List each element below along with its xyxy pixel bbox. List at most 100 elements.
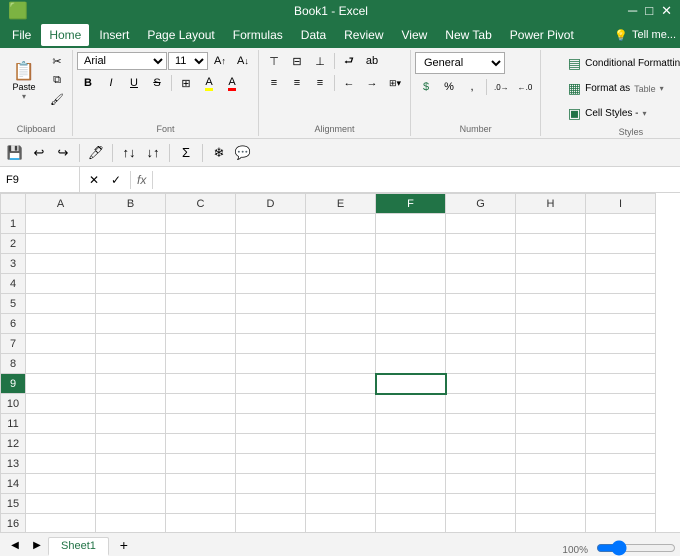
cell-a14[interactable] [26, 474, 96, 494]
row-header-12[interactable]: 12 [1, 434, 26, 454]
format-painter-button[interactable]: 🖌 [46, 90, 68, 108]
cell-g6[interactable] [446, 314, 516, 334]
row-header-2[interactable]: 2 [1, 234, 26, 254]
cell-h9[interactable] [516, 374, 586, 394]
cell-e10[interactable] [306, 394, 376, 414]
row-header-4[interactable]: 4 [1, 274, 26, 294]
cell-b14[interactable] [96, 474, 166, 494]
increase-font-button[interactable]: A↑ [209, 52, 231, 70]
cell-g1[interactable] [446, 214, 516, 234]
row-header-11[interactable]: 11 [1, 414, 26, 434]
cell-g10[interactable] [446, 394, 516, 414]
cell-a4[interactable] [26, 274, 96, 294]
cell-h1[interactable] [516, 214, 586, 234]
cell-h16[interactable] [516, 514, 586, 533]
cell-i6[interactable] [586, 314, 656, 334]
cell-b1[interactable] [96, 214, 166, 234]
number-format-select[interactable]: General [415, 52, 505, 74]
currency-button[interactable]: $ [415, 78, 437, 96]
menu-powerpivot[interactable]: Power Pivot [502, 24, 582, 46]
cell-f4[interactable] [376, 274, 446, 294]
row-header-16[interactable]: 16 [1, 514, 26, 533]
sort-asc-button[interactable]: ↑↓ [118, 142, 140, 164]
align-center-button[interactable]: ≡ [286, 74, 308, 92]
cell-e7[interactable] [306, 334, 376, 354]
cell-c6[interactable] [166, 314, 236, 334]
increase-decimal-button[interactable]: .0→ [490, 78, 513, 96]
indent-increase-button[interactable]: → [361, 74, 383, 92]
strikethrough-button[interactable]: S [146, 74, 168, 92]
cell-a1[interactable] [26, 214, 96, 234]
row-header-8[interactable]: 8 [1, 354, 26, 374]
row-header-6[interactable]: 6 [1, 314, 26, 334]
paste-button[interactable]: 📋 Paste ▾ [4, 52, 44, 110]
cell-b9[interactable] [96, 374, 166, 394]
cell-i11[interactable] [586, 414, 656, 434]
cell-e15[interactable] [306, 494, 376, 514]
cell-c3[interactable] [166, 254, 236, 274]
underline-button[interactable]: U [123, 74, 145, 92]
cell-h5[interactable] [516, 294, 586, 314]
cell-b3[interactable] [96, 254, 166, 274]
cell-i5[interactable] [586, 294, 656, 314]
cell-h3[interactable] [516, 254, 586, 274]
cell-h12[interactable] [516, 434, 586, 454]
cell-h2[interactable] [516, 234, 586, 254]
cell-a10[interactable] [26, 394, 96, 414]
cell-b15[interactable] [96, 494, 166, 514]
borders-button[interactable]: ⊞ [175, 74, 197, 92]
minimize-icon[interactable]: ─ [628, 3, 637, 19]
comma-button[interactable]: , [461, 78, 483, 96]
cell-f9[interactable] [376, 374, 446, 394]
cell-a2[interactable] [26, 234, 96, 254]
cell-g13[interactable] [446, 454, 516, 474]
cell-b6[interactable] [96, 314, 166, 334]
col-header-c[interactable]: C [166, 194, 236, 214]
cell-e13[interactable] [306, 454, 376, 474]
menu-pagelayout[interactable]: Page Layout [139, 24, 222, 46]
cell-f3[interactable] [376, 254, 446, 274]
cell-b11[interactable] [96, 414, 166, 434]
row-header-14[interactable]: 14 [1, 474, 26, 494]
cell-a11[interactable] [26, 414, 96, 434]
decrease-decimal-button[interactable]: ←.0 [514, 78, 537, 96]
menu-review[interactable]: Review [336, 24, 391, 46]
cell-a8[interactable] [26, 354, 96, 374]
cell-e9[interactable] [306, 374, 376, 394]
cell-e5[interactable] [306, 294, 376, 314]
menu-home[interactable]: Home [41, 24, 89, 46]
cell-g14[interactable] [446, 474, 516, 494]
orientation-button[interactable]: ab [361, 52, 383, 70]
cell-i10[interactable] [586, 394, 656, 414]
align-top-button[interactable]: ⊤ [263, 52, 285, 70]
row-header-7[interactable]: 7 [1, 334, 26, 354]
cell-e16[interactable] [306, 514, 376, 533]
name-box-input[interactable] [6, 174, 73, 186]
cell-b10[interactable] [96, 394, 166, 414]
cell-f15[interactable] [376, 494, 446, 514]
cell-e2[interactable] [306, 234, 376, 254]
cell-b12[interactable] [96, 434, 166, 454]
percent-button[interactable]: % [438, 78, 460, 96]
cut-button[interactable]: ✂ [46, 52, 68, 70]
maximize-icon[interactable]: □ [645, 3, 653, 19]
close-icon[interactable]: ✕ [661, 3, 672, 19]
save-quick-button[interactable]: 💾 [4, 142, 26, 164]
cell-d12[interactable] [236, 434, 306, 454]
paint-quick-button[interactable]: 🖊 [85, 142, 107, 164]
cell-d3[interactable] [236, 254, 306, 274]
cell-g9[interactable] [446, 374, 516, 394]
cell-c9[interactable] [166, 374, 236, 394]
cell-g7[interactable] [446, 334, 516, 354]
grid-corner[interactable] [1, 194, 26, 214]
cell-a13[interactable] [26, 454, 96, 474]
col-header-e[interactable]: E [306, 194, 376, 214]
cell-h6[interactable] [516, 314, 586, 334]
cell-e4[interactable] [306, 274, 376, 294]
row-header-13[interactable]: 13 [1, 454, 26, 474]
sheet-nav-left[interactable]: ◀ [4, 534, 26, 556]
cell-c8[interactable] [166, 354, 236, 374]
cell-d11[interactable] [236, 414, 306, 434]
cell-g12[interactable] [446, 434, 516, 454]
cell-d9[interactable] [236, 374, 306, 394]
